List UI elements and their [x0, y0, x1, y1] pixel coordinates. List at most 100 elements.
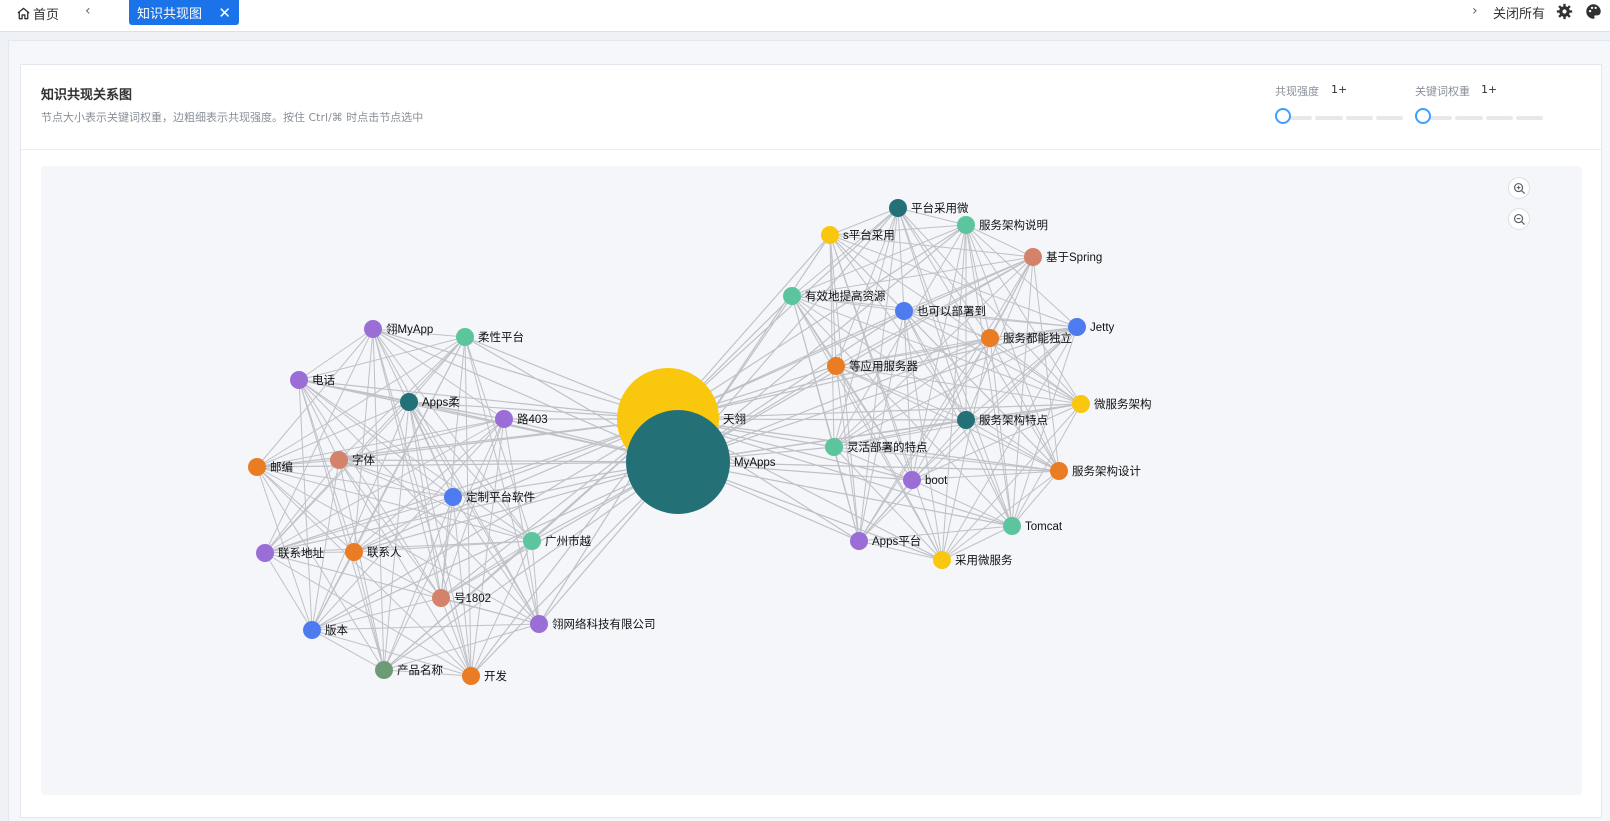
graph-edge: [264, 401, 410, 554]
cooccurrence-slider-track[interactable]: [1285, 116, 1403, 120]
graph-node[interactable]: [330, 451, 348, 469]
node-label: s平台采用: [843, 228, 895, 242]
graph-node[interactable]: [495, 410, 513, 428]
tab-scroll-left-icon[interactable]: ‹: [85, 3, 91, 19]
node-label: Jetty: [1090, 322, 1115, 334]
node-circle[interactable]: [364, 320, 382, 338]
node-label: 服务架构说明: [979, 218, 1048, 232]
node-circle[interactable]: [1024, 248, 1042, 266]
graph-node[interactable]: [444, 488, 462, 506]
node-circle[interactable]: [850, 532, 868, 550]
node-circle[interactable]: [933, 551, 951, 569]
cooccurrence-label: 共现强度: [1275, 85, 1319, 98]
node-circle[interactable]: [248, 458, 266, 476]
node-circle[interactable]: [903, 471, 921, 489]
graph-node[interactable]: [400, 393, 418, 411]
node-circle[interactable]: [432, 589, 450, 607]
close-all-button[interactable]: 关闭所有: [1493, 3, 1545, 22]
node-circle[interactable]: [827, 357, 845, 375]
home-tab[interactable]: 首页: [16, 3, 59, 23]
tab-knowledge-graph[interactable]: 知识共现图 ✕: [129, 0, 239, 25]
graph-node[interactable]: [825, 438, 843, 456]
node-circle[interactable]: [957, 216, 975, 234]
graph-node[interactable]: [375, 661, 393, 679]
node-circle[interactable]: [626, 410, 730, 514]
node-circle[interactable]: [889, 199, 907, 217]
graph-node[interactable]: [432, 589, 450, 607]
node-label: 邮编: [270, 460, 293, 474]
node-circle[interactable]: [523, 532, 541, 550]
graph-node[interactable]: [933, 551, 951, 569]
node-label: 基于Spring: [1046, 251, 1102, 264]
graph-node[interactable]: [364, 320, 382, 338]
tab-scroll-right-icon[interactable]: ›: [1472, 3, 1478, 19]
node-circle[interactable]: [462, 667, 480, 685]
gear-icon[interactable]: [1556, 3, 1573, 20]
zoom-in-button[interactable]: [1508, 177, 1530, 199]
graph-node[interactable]: [903, 471, 921, 489]
graph-node[interactable]: [523, 532, 541, 550]
node-circle[interactable]: [1003, 517, 1021, 535]
node-circle[interactable]: [1072, 395, 1090, 413]
graph-node[interactable]: [345, 543, 363, 561]
node-circle[interactable]: [821, 226, 839, 244]
node-circle[interactable]: [345, 543, 363, 561]
tab-label: 知识共现图: [137, 7, 203, 22]
node-label: 平台采用微: [911, 201, 969, 215]
node-circle[interactable]: [290, 371, 308, 389]
node-label: 开发: [484, 669, 507, 683]
graph-node[interactable]: [895, 302, 913, 320]
node-label: 服务架构设计: [1072, 464, 1141, 478]
graph-node[interactable]: [456, 328, 474, 346]
graph-node[interactable]: [827, 357, 845, 375]
cooccurrence-graph[interactable]: 天翎 MyApps 翎MyApp 柔性平台电话 Apps柔路403 邮编 字体定制平台软件联…: [41, 166, 1582, 795]
graph-edge: [791, 207, 899, 297]
node-label: 天翎: [723, 412, 746, 426]
node-circle[interactable]: [530, 615, 548, 633]
node-circle[interactable]: [957, 411, 975, 429]
graph-node[interactable]: [783, 287, 801, 305]
graph-node[interactable]: [290, 371, 308, 389]
node-circle[interactable]: [400, 393, 418, 411]
node-circle[interactable]: [825, 438, 843, 456]
graph-node[interactable]: [248, 458, 266, 476]
weight-value: 1+: [1481, 83, 1498, 96]
graph-node[interactable]: [957, 411, 975, 429]
graph-node[interactable]: [981, 329, 999, 347]
node-circle[interactable]: [375, 661, 393, 679]
zoom-out-button[interactable]: [1508, 208, 1530, 230]
node-label: 广州市越: [545, 534, 591, 548]
graph-node[interactable]: [530, 615, 548, 633]
node-circle[interactable]: [444, 488, 462, 506]
graph-edge: [383, 401, 410, 671]
graph-node[interactable]: [821, 226, 839, 244]
node-circle[interactable]: [303, 621, 321, 639]
graph-node[interactable]: [1050, 462, 1068, 480]
weight-slider-track[interactable]: [1425, 116, 1543, 120]
weight-slider-thumb[interactable]: [1415, 108, 1431, 124]
page-subtitle: 节点大小表示关键词权重，边粗细表示共现强度。按住 Ctrl/⌘ 时点击节点选中: [41, 111, 424, 124]
close-icon[interactable]: ✕: [218, 4, 231, 22]
node-label: 服务都能独立: [1003, 331, 1072, 345]
node-circle[interactable]: [495, 410, 513, 428]
graph-node[interactable]: [462, 667, 480, 685]
node-circle[interactable]: [895, 302, 913, 320]
node-circle[interactable]: [981, 329, 999, 347]
graph-node[interactable]: [850, 532, 868, 550]
cooccurrence-slider-thumb[interactable]: [1275, 108, 1291, 124]
graph-node[interactable]: [1003, 517, 1021, 535]
graph-node[interactable]: [957, 216, 975, 234]
graph-node[interactable]: [303, 621, 321, 639]
node-circle[interactable]: [256, 544, 274, 562]
graph-canvas[interactable]: 天翎 MyApps 翎MyApp 柔性平台 电话 Apps柔 路403 邮编 字体 定制平台软件联…: [41, 166, 1582, 795]
node-circle[interactable]: [330, 451, 348, 469]
graph-node[interactable]: [889, 199, 907, 217]
palette-icon[interactable]: [1585, 3, 1602, 20]
graph-node[interactable]: [256, 544, 274, 562]
graph-node[interactable]: [626, 410, 730, 514]
node-circle[interactable]: [783, 287, 801, 305]
node-circle[interactable]: [1050, 462, 1068, 480]
graph-node[interactable]: [1072, 395, 1090, 413]
graph-node[interactable]: [1024, 248, 1042, 266]
node-circle[interactable]: [456, 328, 474, 346]
